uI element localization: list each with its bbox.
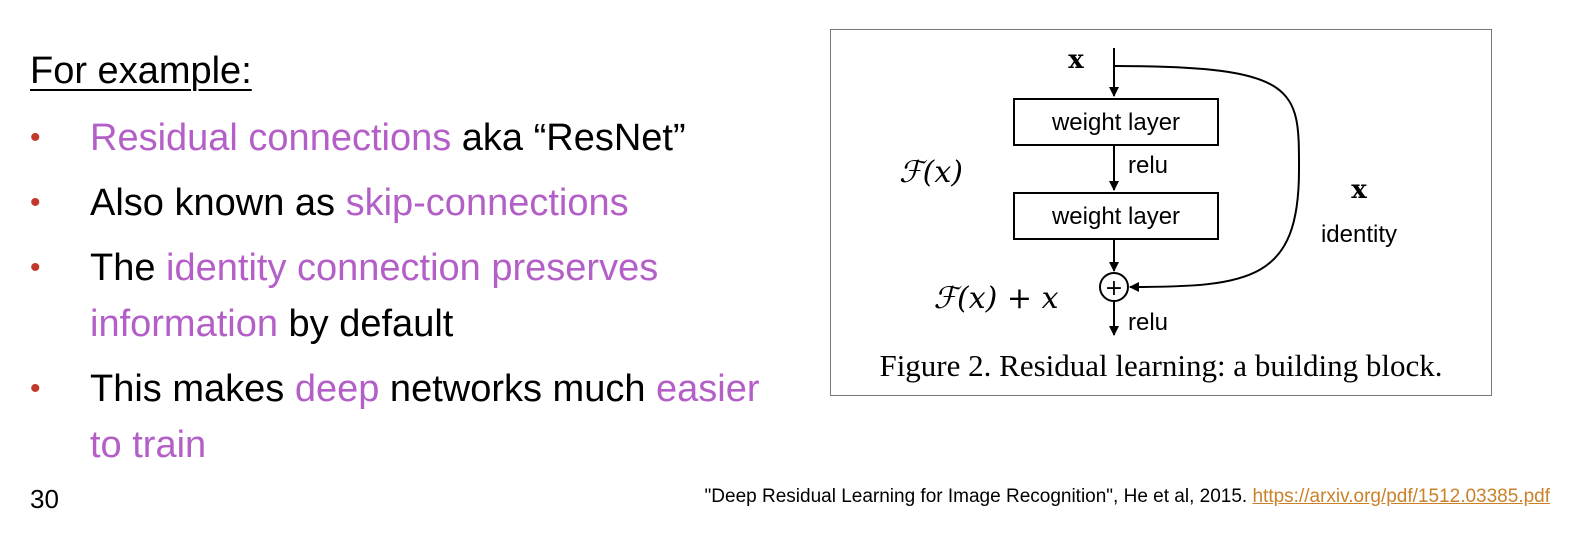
input-x-label: x [1068,45,1084,75]
bullet-item: • Also known as skip-connections [30,175,790,231]
bullet-dot-icon: • [30,251,41,284]
resnet-figure: x weight layer relu weight layer ℱ(x) + … [830,29,1492,396]
highlighted-text: skip-connections [345,182,629,224]
sum-label: ℱ(x) + x [933,281,1058,316]
bullet-list: • Residual connections aka “ResNet” • Also … [30,110,790,482]
weight-layer-2-label: weight layer [1051,203,1180,230]
citation: "Deep Residual Learning for Image Recogn… [705,486,1550,508]
bullet-dot-icon: • [30,186,41,219]
bullet-item: • The identity connection preserves infor… [30,240,790,352]
fx-label: ℱ(x) [899,155,963,190]
figure-caption: Figure 2. Residual learning: a building … [879,348,1443,383]
bullet-text: by default [277,303,454,345]
relu-1-label: relu [1128,152,1168,179]
bullet-text: The [90,247,167,289]
citation-text: "Deep Residual Learning for Image Recogn… [704,486,1248,507]
bullet-item: • This makes deep networks much easier to… [30,361,790,473]
citation-link[interactable]: https://arxiv.org/pdf/1512.03385.pdf [1252,486,1550,507]
highlighted-text: deep [294,368,380,410]
residual-block-diagram: x weight layer relu weight layer ℱ(x) + … [899,45,1397,336]
weight-layer-1-label: weight layer [1051,109,1180,136]
bullet-text: This makes [90,368,295,410]
relu-out-label: relu [1128,309,1168,336]
bullet-text: Also known as [90,182,346,224]
identity-label: identity [1321,221,1397,248]
bullet-text: networks much [379,368,657,410]
highlighted-text: Residual connections [90,117,452,159]
page-number: 30 [30,484,59,514]
bullet-dot-icon: • [30,372,41,405]
bullet-text: aka “ResNet” [451,117,686,159]
bullet-dot-icon: • [30,121,41,154]
plus-icon: + [1105,276,1123,301]
bullet-item: • Residual connections aka “ResNet” [30,110,790,166]
identity-x-label: x [1351,175,1367,205]
slide-heading: For example: [30,50,252,92]
